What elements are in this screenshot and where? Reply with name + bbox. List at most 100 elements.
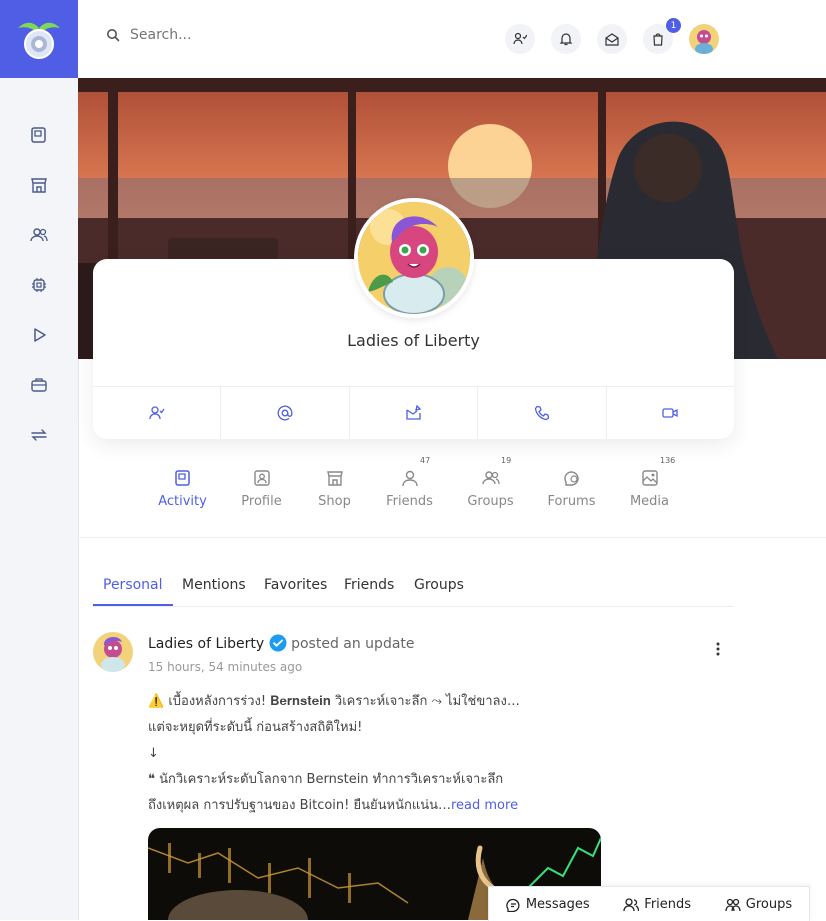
tab-activity[interactable]: Activity [145, 462, 220, 509]
tab-label: Forums [547, 494, 596, 509]
mention-button[interactable] [221, 387, 350, 439]
media-icon [641, 470, 658, 486]
sidebar-nav [0, 110, 78, 460]
cart-icon [653, 33, 663, 46]
tab-label: Groups [467, 494, 514, 509]
sidebar-item-people[interactable] [0, 210, 78, 260]
post-options-button[interactable] [714, 641, 722, 657]
read-more-link[interactable]: read more [451, 798, 518, 813]
robot-icon [32, 278, 46, 292]
search-icon [107, 29, 120, 42]
message-icon [405, 405, 421, 420]
profile-avatar-image [358, 202, 470, 314]
chat-groups-button[interactable]: Groups [725, 897, 792, 912]
video-call-button[interactable] [607, 387, 734, 439]
chat-icon [506, 898, 520, 912]
profile-name: Ladies of Liberty [347, 331, 480, 350]
friends-count: 47 [420, 456, 431, 465]
chat-messages-button[interactable]: Messages [506, 897, 590, 912]
notifications-button[interactable] [551, 24, 581, 54]
call-button[interactable] [478, 387, 607, 439]
activity-icon [174, 470, 190, 486]
bell-icon [559, 33, 573, 46]
media-count: 136 [660, 456, 676, 465]
activity-filter-tabs: Personal Mentions Favorites Friends Grou… [93, 568, 734, 607]
tab-label: Activity [158, 494, 207, 509]
post-line: แต่จะหยุดที่ระดับนี้ ก่อนสร้างสถิติใหม่! [148, 720, 363, 735]
mail-icon [605, 33, 619, 46]
post-line: ถึงเหตุผล การปรับฐานของ Bitcoin! ยืนยันห… [148, 798, 451, 813]
briefcase-icon [31, 378, 47, 392]
cart-button[interactable]: 1 [643, 18, 681, 54]
chat-groups-label: Groups [745, 896, 793, 912]
logo-icon [18, 22, 60, 59]
profile-icon [253, 470, 270, 486]
video-icon [662, 408, 678, 418]
sidebar-item-jobs[interactable] [0, 360, 78, 410]
search-box[interactable] [106, 26, 332, 44]
post-author-avatar[interactable] [93, 632, 133, 672]
play-icon [34, 328, 46, 342]
top-bar: 1 [78, 0, 826, 78]
shop-icon [326, 471, 343, 486]
site-logo[interactable] [0, 0, 78, 78]
tab-shop[interactable]: Shop [297, 462, 372, 509]
search-input[interactable] [128, 26, 332, 44]
sidebar-item-robot[interactable] [0, 260, 78, 310]
section-divider [78, 537, 826, 538]
user-avatar[interactable] [689, 24, 719, 54]
subtab-personal[interactable]: Personal [93, 577, 172, 606]
post-line: ↓ [148, 746, 159, 761]
avatar-image [689, 24, 719, 54]
post-timestamp[interactable]: 15 hours, 54 minutes ago [148, 660, 302, 674]
send-message-button[interactable] [350, 387, 479, 439]
profile-avatar[interactable] [354, 198, 474, 318]
post-content: ⚠️ เบื้องหลังการร่วง! 𝐁𝐞𝐫𝐧𝐬𝐭𝐞𝐢𝐧 วิเคราะห… [148, 690, 608, 820]
add-friend-icon [513, 32, 527, 45]
sidebar-item-activity[interactable] [0, 110, 78, 160]
tab-label: Profile [241, 494, 282, 509]
chat-friends-label: Friends [644, 896, 692, 912]
tab-profile[interactable]: Profile [224, 462, 299, 509]
groups-icon [725, 898, 741, 911]
add-friend-button[interactable] [93, 387, 222, 439]
chat-messages-label: Messages [525, 896, 590, 912]
friend-requests-button[interactable] [505, 24, 535, 54]
avatar-image [93, 632, 133, 672]
tab-friends[interactable]: 47 Friends [372, 456, 447, 509]
people-icon [30, 228, 48, 242]
post-line: ❝ นักวิเคราะห์ระดับโลกจาก Bernstein ทำกา… [148, 772, 504, 787]
phone-icon [534, 405, 550, 421]
tab-forums[interactable]: Forums [534, 462, 609, 509]
forum-icon [563, 471, 579, 486]
messages-button[interactable] [597, 24, 627, 54]
verified-badge-icon [269, 634, 287, 652]
sidebar-item-video[interactable] [0, 310, 78, 360]
add-friend-icon [149, 406, 165, 420]
subtab-friends[interactable]: Friends [344, 577, 394, 593]
post-header: Ladies of Liberty posted an update [148, 634, 415, 652]
tab-media[interactable]: 136 Media [612, 456, 687, 509]
tab-groups[interactable]: 19 Groups [453, 456, 528, 509]
swap-icon [31, 429, 47, 441]
profile-actions [93, 386, 734, 439]
subtab-favorites[interactable]: Favorites [264, 577, 327, 593]
post-author-name[interactable]: Ladies of Liberty [148, 636, 264, 652]
chat-friends-button[interactable]: Friends [623, 897, 691, 912]
group-icon [481, 471, 500, 485]
subtab-mentions[interactable]: Mentions [182, 577, 246, 593]
sidebar-item-exchange[interactable] [0, 410, 78, 460]
friends-icon [623, 897, 640, 911]
groups-count: 19 [501, 456, 512, 465]
shop-icon [31, 178, 47, 193]
sidebar-item-shop[interactable] [0, 160, 78, 210]
tab-label: Shop [318, 494, 351, 509]
subtab-groups[interactable]: Groups [414, 577, 464, 593]
chat-bar: Messages Friends Groups [488, 886, 810, 921]
cart-count-badge: 1 [666, 18, 681, 33]
sidebar [0, 0, 79, 920]
activity-icon [31, 127, 46, 143]
post-line: ⚠️ เบื้องหลังการร่วง! 𝐁𝐞𝐫𝐧𝐬𝐭𝐞𝐢𝐧 วิเคราะห… [148, 694, 520, 709]
tab-label: Media [629, 494, 670, 509]
post-action: posted an update [291, 636, 415, 652]
